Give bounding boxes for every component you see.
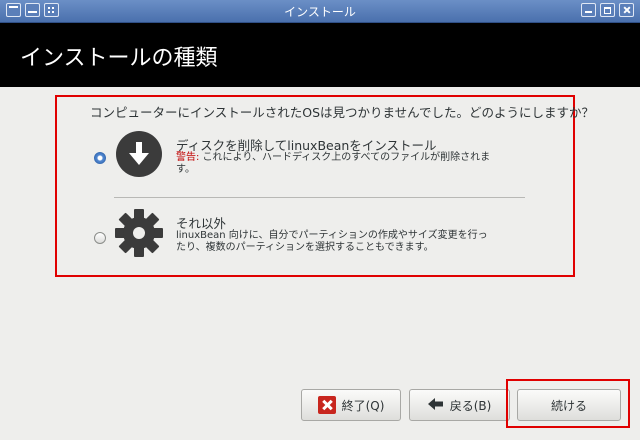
- option-erase-description: 警告: これにより、ハードディスク上のすべてのファイルが削除されます。: [176, 152, 494, 176]
- back-button-label: 戻る(B): [449, 398, 492, 413]
- option-something-else-description: linuxBean 向けに、自分でパーティションの作成やサイズ変更を行ったり、複…: [176, 230, 488, 253]
- page-title: インストールの種類: [20, 46, 218, 71]
- radio-something-else[interactable]: [94, 232, 106, 244]
- separator: [114, 197, 525, 198]
- window-title: インストール: [284, 5, 356, 19]
- download-arrow-icon: [116, 131, 162, 177]
- continue-button-label: 続ける: [550, 398, 587, 413]
- arrow-left-icon: [427, 397, 444, 413]
- quit-button[interactable]: 終了(Q): [301, 389, 401, 421]
- radio-erase-disk[interactable]: [94, 152, 106, 164]
- question-text: コンピューターにインストールされたOSは見つかりませんでした。どのようにしますか…: [90, 105, 595, 120]
- warning-label: 警告:: [176, 152, 200, 163]
- close-red-icon: [317, 396, 336, 414]
- minimize-icon[interactable]: [581, 3, 596, 17]
- page-header: インストールの種類: [0, 23, 640, 87]
- maximize-icon[interactable]: [600, 3, 615, 17]
- warning-text: これにより、ハードディスク上のすべてのファイルが削除されます。: [176, 152, 491, 175]
- gear-icon: [115, 209, 163, 257]
- continue-button[interactable]: 続ける: [517, 389, 621, 421]
- back-button[interactable]: 戻る(B): [409, 389, 510, 421]
- close-icon[interactable]: [619, 3, 634, 17]
- quit-button-label: 終了(Q): [341, 398, 385, 413]
- window-titlebar[interactable]: インストール: [0, 0, 640, 23]
